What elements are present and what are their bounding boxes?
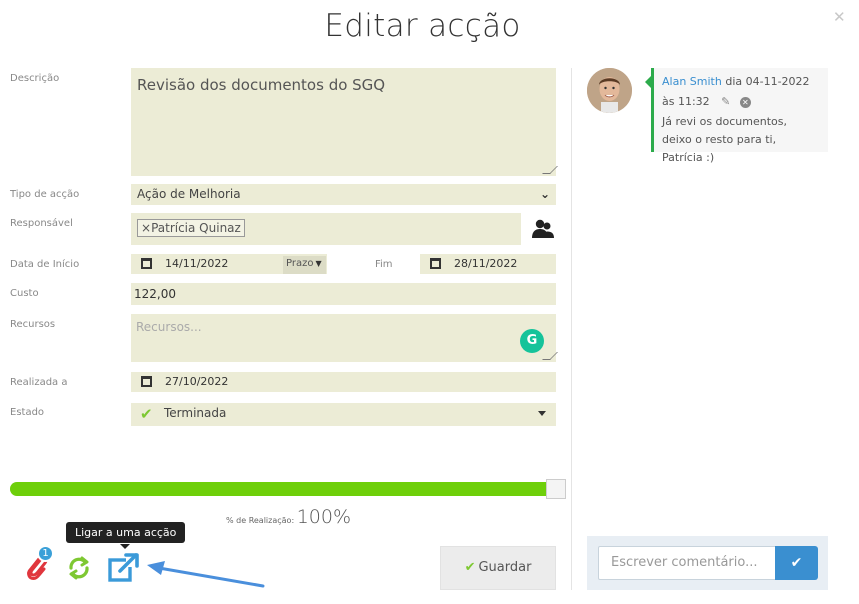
realizacao-label: % de Realização: bbox=[226, 516, 295, 525]
recursos-placeholder: Recursos... bbox=[136, 320, 202, 334]
close-icon[interactable]: ✕ bbox=[833, 8, 846, 26]
tipo-accao-value: Ação de Melhoria bbox=[137, 187, 241, 201]
progress-handle[interactable] bbox=[546, 479, 566, 499]
avatar bbox=[587, 68, 632, 113]
comment-input[interactable]: Escrever comentário... bbox=[598, 546, 776, 580]
realizacao-row: % de Realização: 100% bbox=[226, 506, 351, 528]
realizada-value: 27/10/2022 bbox=[165, 375, 229, 388]
tooltip: Ligar a uma acção bbox=[66, 522, 186, 543]
realizada-input[interactable]: 27/10/2022 bbox=[131, 372, 556, 392]
calendar-icon bbox=[141, 258, 152, 269]
recursos-textarea[interactable]: Recursos... bbox=[131, 314, 558, 362]
realizada-label: Realizada a bbox=[10, 377, 68, 388]
responsavel-label: Responsável bbox=[10, 218, 73, 229]
responsavel-field[interactable]: ×Patrícia Quinaz bbox=[131, 213, 521, 245]
fim-input[interactable]: 28/11/2022 bbox=[420, 254, 556, 274]
fim-label: Fim bbox=[375, 259, 393, 270]
sync-icon[interactable] bbox=[66, 555, 92, 581]
tipo-accao-select[interactable]: Ação de Melhoria ⌄ bbox=[131, 184, 556, 205]
descricao-value: Revisão dos documentos do SGQ bbox=[137, 76, 386, 94]
caret-down-icon bbox=[538, 411, 546, 416]
modal-title: Editar acção bbox=[324, 8, 521, 44]
responsavel-tag[interactable]: ×Patrícia Quinaz bbox=[137, 219, 245, 237]
comment-text: Já revi os documentos, deixo o resto par… bbox=[662, 115, 788, 164]
estado-label: Estado bbox=[10, 407, 45, 418]
custo-input[interactable]: 122,00 bbox=[131, 283, 556, 305]
check-icon: ✔ bbox=[790, 555, 803, 571]
save-button[interactable]: ✔ Guardar bbox=[440, 546, 556, 590]
pencil-icon[interactable]: ✎ bbox=[721, 92, 730, 112]
progress-slider[interactable] bbox=[10, 479, 566, 499]
calendar-icon bbox=[430, 258, 441, 269]
data-inicio-value: 14/11/2022 bbox=[165, 257, 229, 270]
custo-label: Custo bbox=[10, 288, 39, 299]
recursos-label: Recursos bbox=[10, 319, 56, 330]
resize-grip-icon[interactable] bbox=[542, 166, 558, 174]
save-button-label: Guardar bbox=[478, 560, 532, 575]
annotation-arrow bbox=[147, 561, 265, 588]
grammarly-icon[interactable]: G bbox=[520, 329, 544, 353]
check-icon: ✔ bbox=[464, 560, 476, 575]
comment-author[interactable]: Alan Smith bbox=[662, 75, 722, 88]
data-inicio-label: Data de Início bbox=[10, 259, 80, 270]
responsavel-tag-label: Patrícia Quinaz bbox=[151, 221, 241, 235]
comment-header: Alan Smith dia 04-11-2022 às 11:32 ✎ ✕ bbox=[662, 72, 820, 112]
send-comment-button[interactable]: ✔ bbox=[775, 546, 818, 580]
calendar-icon bbox=[141, 376, 152, 387]
progress-fill bbox=[10, 482, 548, 496]
attachments-badge: 1 bbox=[37, 545, 54, 562]
avatar-image bbox=[587, 68, 632, 113]
people-icon[interactable] bbox=[531, 217, 555, 241]
tipo-accao-label: Tipo de acção bbox=[10, 189, 80, 200]
descricao-textarea[interactable]: Revisão dos documentos do SGQ bbox=[131, 68, 558, 176]
prazo-label: Prazo bbox=[286, 258, 314, 269]
check-icon: ✔ bbox=[140, 405, 153, 423]
fim-value: 28/11/2022 bbox=[454, 257, 518, 270]
realizacao-value: 100% bbox=[296, 506, 352, 528]
resize-grip-icon[interactable] bbox=[542, 352, 558, 360]
chevron-down-icon: ▼ bbox=[315, 259, 322, 268]
estado-select[interactable]: ✔ Terminada bbox=[131, 403, 556, 426]
chevron-down-icon: ⌄ bbox=[539, 187, 550, 201]
estado-value: Terminada bbox=[164, 406, 227, 420]
tooltip-arrow bbox=[120, 544, 130, 549]
comment-item: Alan Smith dia 04-11-2022 às 11:32 ✎ ✕ J… bbox=[651, 68, 828, 164]
panel-divider bbox=[571, 68, 572, 590]
external-link-icon[interactable] bbox=[107, 552, 141, 582]
prazo-select[interactable]: Prazo ▼ bbox=[283, 256, 326, 274]
delete-icon[interactable]: ✕ bbox=[739, 96, 751, 108]
tag-remove-icon[interactable]: × bbox=[141, 221, 151, 235]
descricao-label: Descrição bbox=[10, 73, 60, 84]
